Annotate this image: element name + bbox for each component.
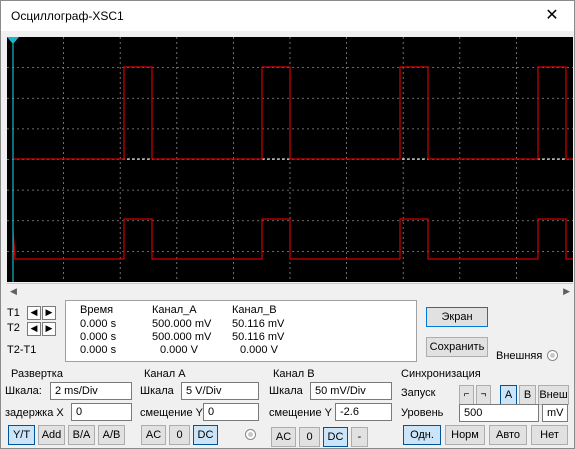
readout-cell: 500.000 mV [152,318,212,330]
readout-cell: 0.000 V [160,344,198,356]
source-external-button[interactable]: Внеш [538,385,569,405]
readout-cell: 50.116 mV [232,331,285,343]
timebase-scale-label: Шкала: [5,385,42,397]
t2-left-button[interactable]: ◀ [27,322,41,336]
mode-ab-button[interactable]: A/B [98,425,125,445]
channel-b-offset-label: смещение Y [269,407,332,419]
trigger-title: Синхронизация [401,368,481,380]
col-header-channel-a: Канал_A [152,304,197,316]
timebase-group: Развертка Шкала: 2 ms/Div задержка X 0 Y… [5,365,133,445]
mode-yt-button[interactable]: Y/T [8,425,35,445]
trigger-level-label: Уровень [401,407,444,419]
col-header-channel-b: Канал_B [232,304,277,316]
save-button[interactable]: Сохранить [426,337,488,357]
trigger-start-label: Запуск [401,387,436,399]
trigger-level-field[interactable]: 500 [459,404,539,422]
close-icon[interactable]: ✕ [542,5,562,25]
external-radio[interactable] [547,350,558,361]
t1-left-button[interactable]: ◀ [27,306,41,320]
channel-a-group: Канал A Шкала 5 V/Div смещение Y 0 AC 0 … [138,365,264,445]
channel-b-title: Канал B [273,368,315,380]
channel-a-scale-field[interactable]: 5 V/Div [181,382,259,400]
cursor-t1-handle[interactable] [7,37,19,44]
channel-b-invert-button[interactable]: - [351,427,368,447]
readout-cell: 50.116 mV [232,318,285,330]
channel-b-dc-button[interactable]: DC [323,427,348,447]
rising-edge-icon[interactable]: ⌐ [459,385,474,405]
oscilloscope-window: Осциллограф-XSC1 ✕ ◀ ▶ T1 ◀ ▶ T2 ◀ ▶ T2-… [0,0,575,449]
channel-a-radio[interactable] [245,429,256,440]
readout-cell: 0.000 s [80,344,117,356]
timebase-delay-label: задержка X [5,407,64,419]
timebase-title: Развертка [11,368,63,380]
source-a-button[interactable]: A [500,385,517,405]
horizontal-scrollbar[interactable]: ◀ ▶ [7,283,573,298]
t2-right-button[interactable]: ▶ [42,322,56,336]
channel-b-offset-field[interactable]: -2.6 [335,403,392,421]
timebase-scale-field[interactable]: 2 ms/Div [50,382,132,400]
cursor-controls: T1 ◀ ▶ T2 ◀ ▶ T2-T1 [7,302,62,360]
channel-a-zero-button[interactable]: 0 [169,425,190,445]
readout-cell: 500.000 mV [152,331,212,343]
window-title: Осциллограф-XSC1 [11,9,124,23]
channel-b-scale-label: Шкала [269,385,303,397]
mode-add-button[interactable]: Add [38,425,65,445]
scroll-right-icon[interactable]: ▶ [563,284,570,298]
source-b-button[interactable]: B [519,385,536,405]
external-label: Внешняя [496,350,543,362]
trigger-none-button[interactable]: Нет [531,425,568,445]
measurement-readout: Время Канал_A Канал_B 0.000 s 500.000 mV… [65,300,417,362]
oscilloscope-display[interactable] [7,37,573,282]
t1-right-button[interactable]: ▶ [42,306,56,320]
channel-b-ac-button[interactable]: AC [271,427,296,447]
channel-a-dc-button[interactable]: DC [193,425,218,445]
channel-b-zero-button[interactable]: 0 [299,427,320,447]
t2t1-label: T2-T1 [7,344,37,356]
mode-ba-button[interactable]: B/A [68,425,95,445]
channel-b-group: Канал B Шкала 50 mV/Div смещение Y -2.6 … [267,365,395,447]
channel-b-trace [12,218,573,260]
trigger-auto-button[interactable]: Авто [489,425,527,445]
title-bar[interactable]: Осциллограф-XSC1 ✕ [1,1,574,31]
channel-a-offset-label: смещение Y [140,407,203,419]
screen-button[interactable]: Экран [426,307,488,327]
trigger-level-unit[interactable]: mV [542,404,568,422]
readout-cell: 0.000 s [80,318,117,330]
waveform-plot [7,37,573,282]
channel-a-trace [13,66,573,160]
readout-cell: 0.000 V [240,344,278,356]
trigger-group: Синхронизация Запуск ⌐ ¬ A B Внеш Уровен… [399,365,573,445]
trigger-single-button[interactable]: Одн. [403,425,441,445]
t1-label: T1 [7,307,20,319]
t2-label: T2 [7,322,20,334]
channel-a-scale-label: Шкала [140,385,174,397]
scroll-left-icon[interactable]: ◀ [10,284,17,298]
readout-cell: 0.000 s [80,331,117,343]
channel-b-scale-field[interactable]: 50 mV/Div [310,382,392,400]
channel-a-offset-field[interactable]: 0 [203,403,259,421]
falling-edge-icon[interactable]: ¬ [476,385,491,405]
trigger-normal-button[interactable]: Норм [445,425,485,445]
timebase-delay-field[interactable]: 0 [71,403,132,421]
channel-a-ac-button[interactable]: AC [141,425,166,445]
channel-a-title: Канал A [144,368,186,380]
col-header-time: Время [80,304,114,316]
